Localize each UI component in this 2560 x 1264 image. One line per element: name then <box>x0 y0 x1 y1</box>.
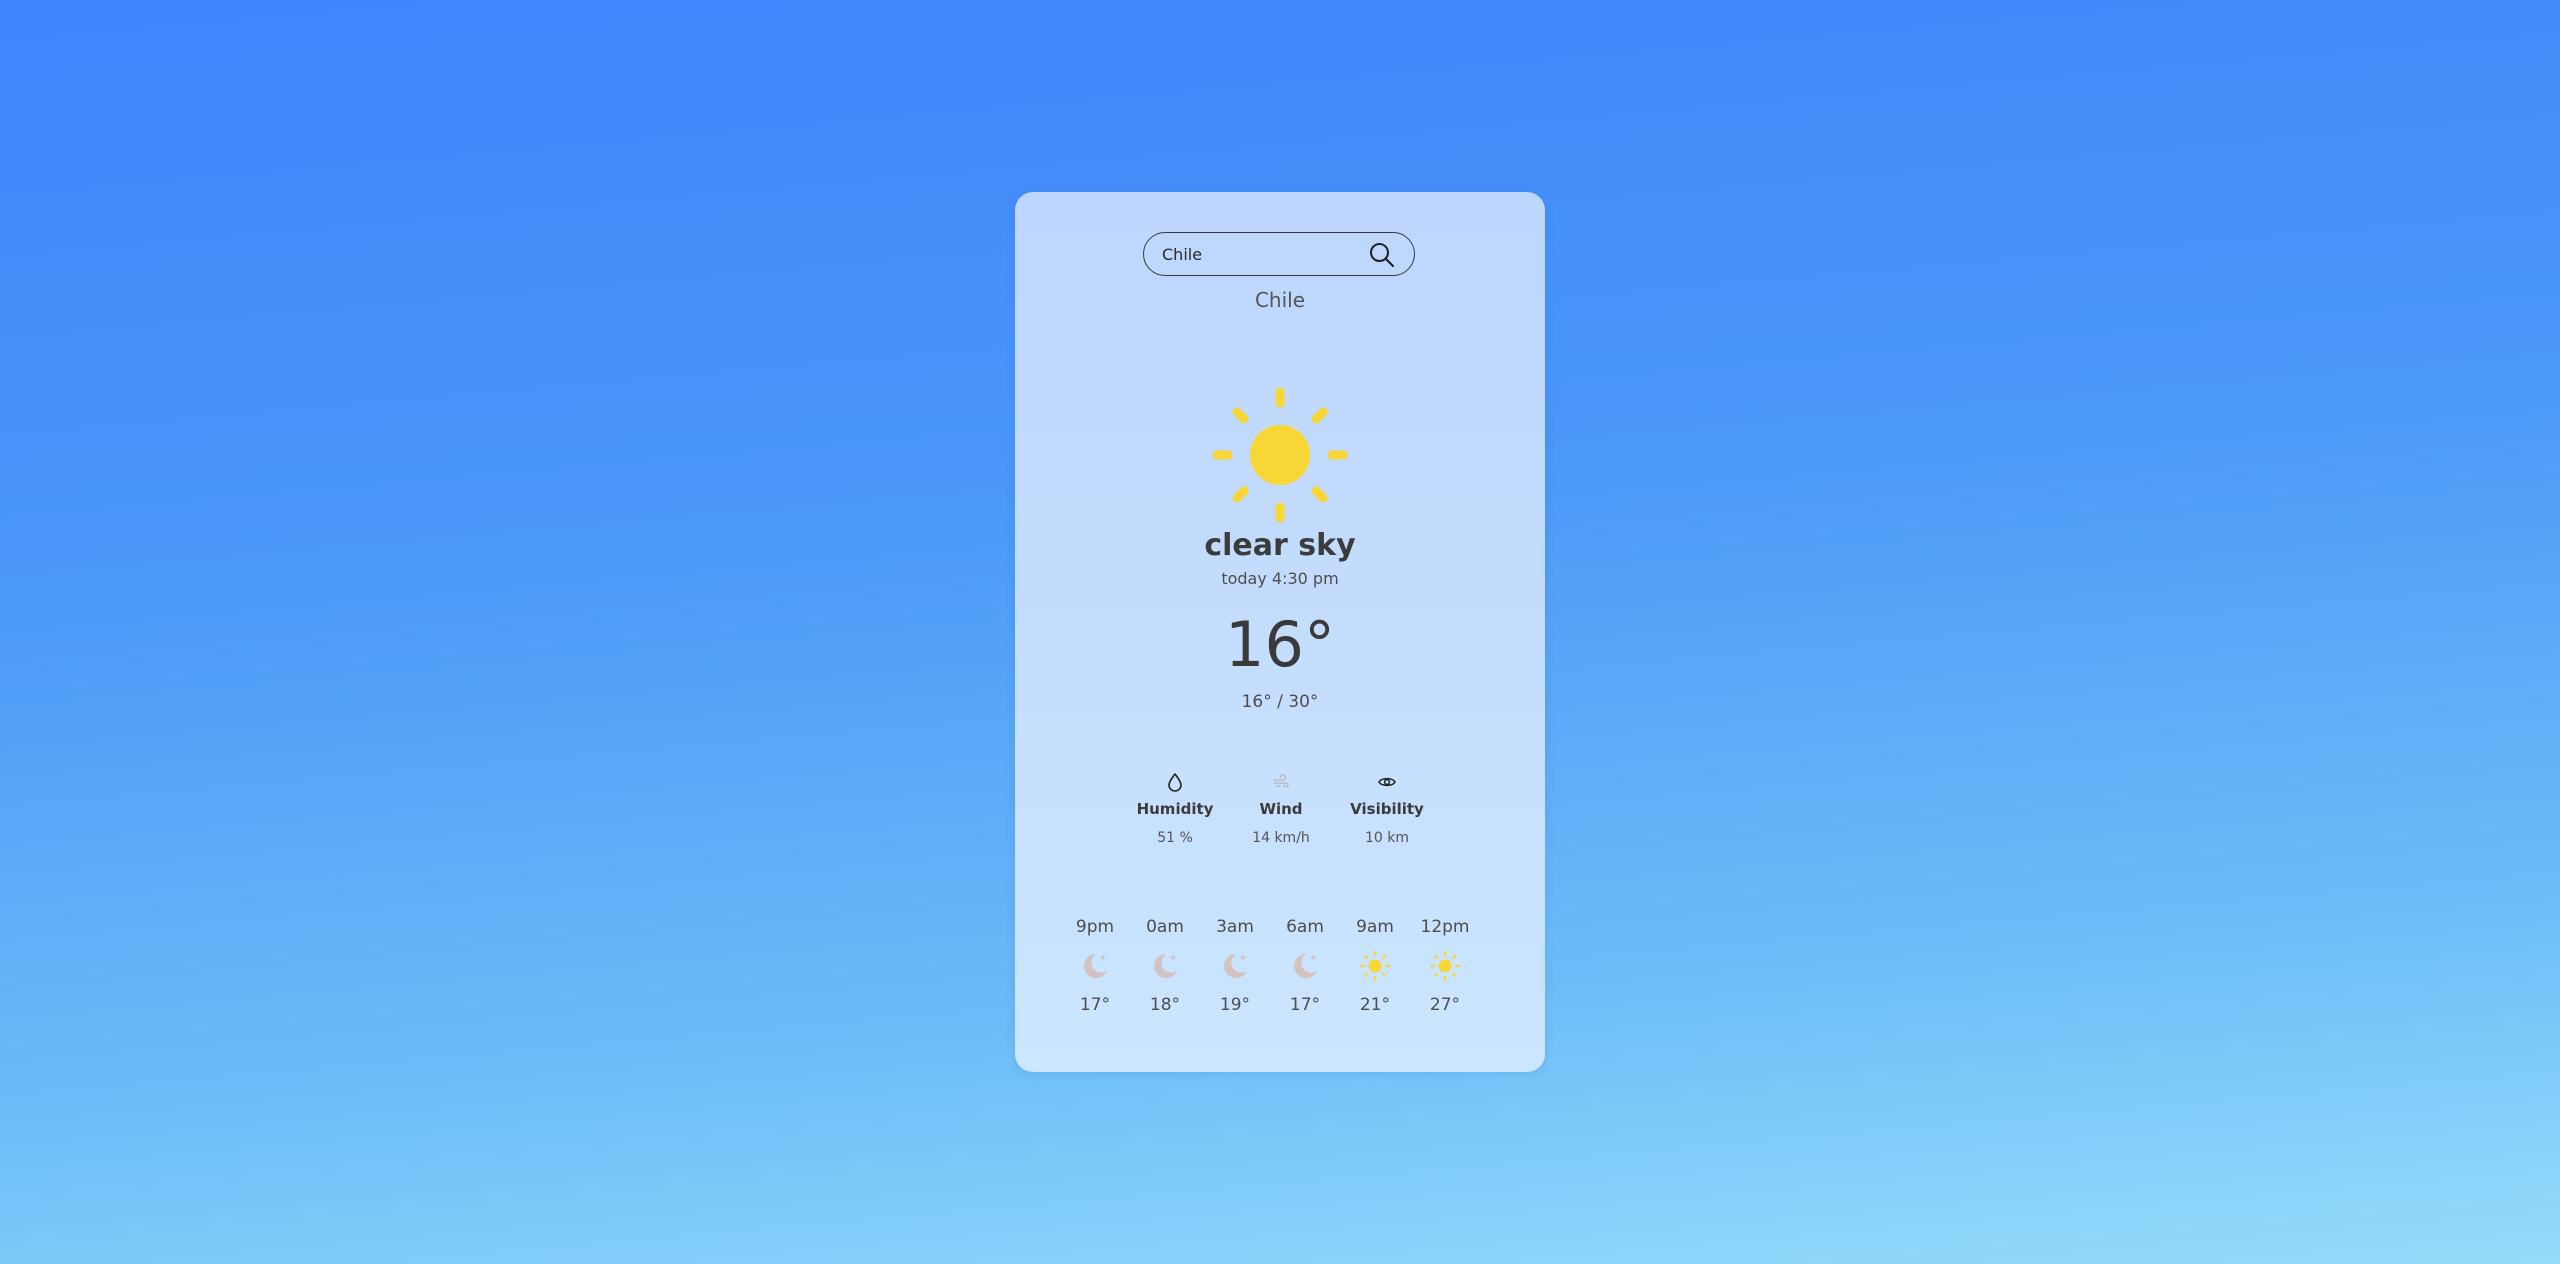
hourly-forecast: 9pm 17° 0am 18° 3am 19° 6am 17° 9am 21° … <box>1065 917 1495 1047</box>
hourly-item: 0am 18° <box>1135 917 1195 1015</box>
hourly-temp: 18° <box>1149 995 1181 1015</box>
city-name: Chile <box>1254 288 1306 312</box>
hourly-temp: 21° <box>1359 995 1391 1015</box>
hourly-time: 9am <box>1356 917 1394 937</box>
stat-label: Humidity <box>1136 800 1214 818</box>
droplet-icon <box>1168 773 1182 792</box>
stat-visibility: Visibility 10 km <box>1337 772 1437 846</box>
sun-icon <box>1359 950 1391 982</box>
moon-icon <box>1294 954 1317 978</box>
search-icon[interactable] <box>1368 241 1396 269</box>
stat-value: 51 % <box>1157 830 1193 846</box>
moon-icon <box>1084 954 1107 978</box>
hourly-item: 3am 19° <box>1205 917 1265 1015</box>
hourly-time: 9pm <box>1075 917 1115 937</box>
current-time: today 4:30 pm <box>1221 569 1339 588</box>
hourly-item: 12pm 27° <box>1415 917 1475 1015</box>
stat-label: Visibility <box>1350 800 1424 818</box>
hourly-temp: 17° <box>1289 995 1321 1015</box>
hourly-time: 0am <box>1146 917 1184 937</box>
hourly-temp: 19° <box>1219 995 1251 1015</box>
stat-value: 10 km <box>1364 830 1409 846</box>
moon-icon <box>1224 954 1247 978</box>
weather-stats: Humidity 51 % Wind 14 km/h Visibility 10… <box>1125 772 1435 872</box>
hourly-item: 9pm 17° <box>1065 917 1125 1015</box>
hourly-time: 3am <box>1216 917 1254 937</box>
hourly-temp: 27° <box>1429 995 1461 1015</box>
hourly-item: 6am 17° <box>1275 917 1335 1015</box>
sun-icon <box>1212 387 1348 523</box>
stat-humidity: Humidity 51 % <box>1125 772 1225 846</box>
min-max-temperature: 16° / 30° <box>1241 692 1319 712</box>
stat-label: Wind <box>1259 800 1303 818</box>
moon-icon <box>1154 954 1177 978</box>
search-box <box>1143 232 1415 276</box>
eye-icon <box>1378 777 1396 787</box>
hourly-temp: 17° <box>1079 995 1111 1015</box>
wind-icon <box>1273 774 1289 788</box>
hourly-time: 12pm <box>1420 917 1470 937</box>
hourly-item: 9am 21° <box>1345 917 1405 1015</box>
sun-icon <box>1429 950 1461 982</box>
hourly-time: 6am <box>1286 917 1324 937</box>
weather-description: clear sky <box>1204 528 1356 563</box>
stat-wind: Wind 14 km/h <box>1231 772 1331 846</box>
current-temperature: 16° <box>1225 608 1335 681</box>
stat-value: 14 km/h <box>1252 830 1310 846</box>
weather-card: Chile clear sky today 4:30 pm 16° 16° / … <box>1015 192 1545 1072</box>
search-input[interactable] <box>1162 233 1352 275</box>
